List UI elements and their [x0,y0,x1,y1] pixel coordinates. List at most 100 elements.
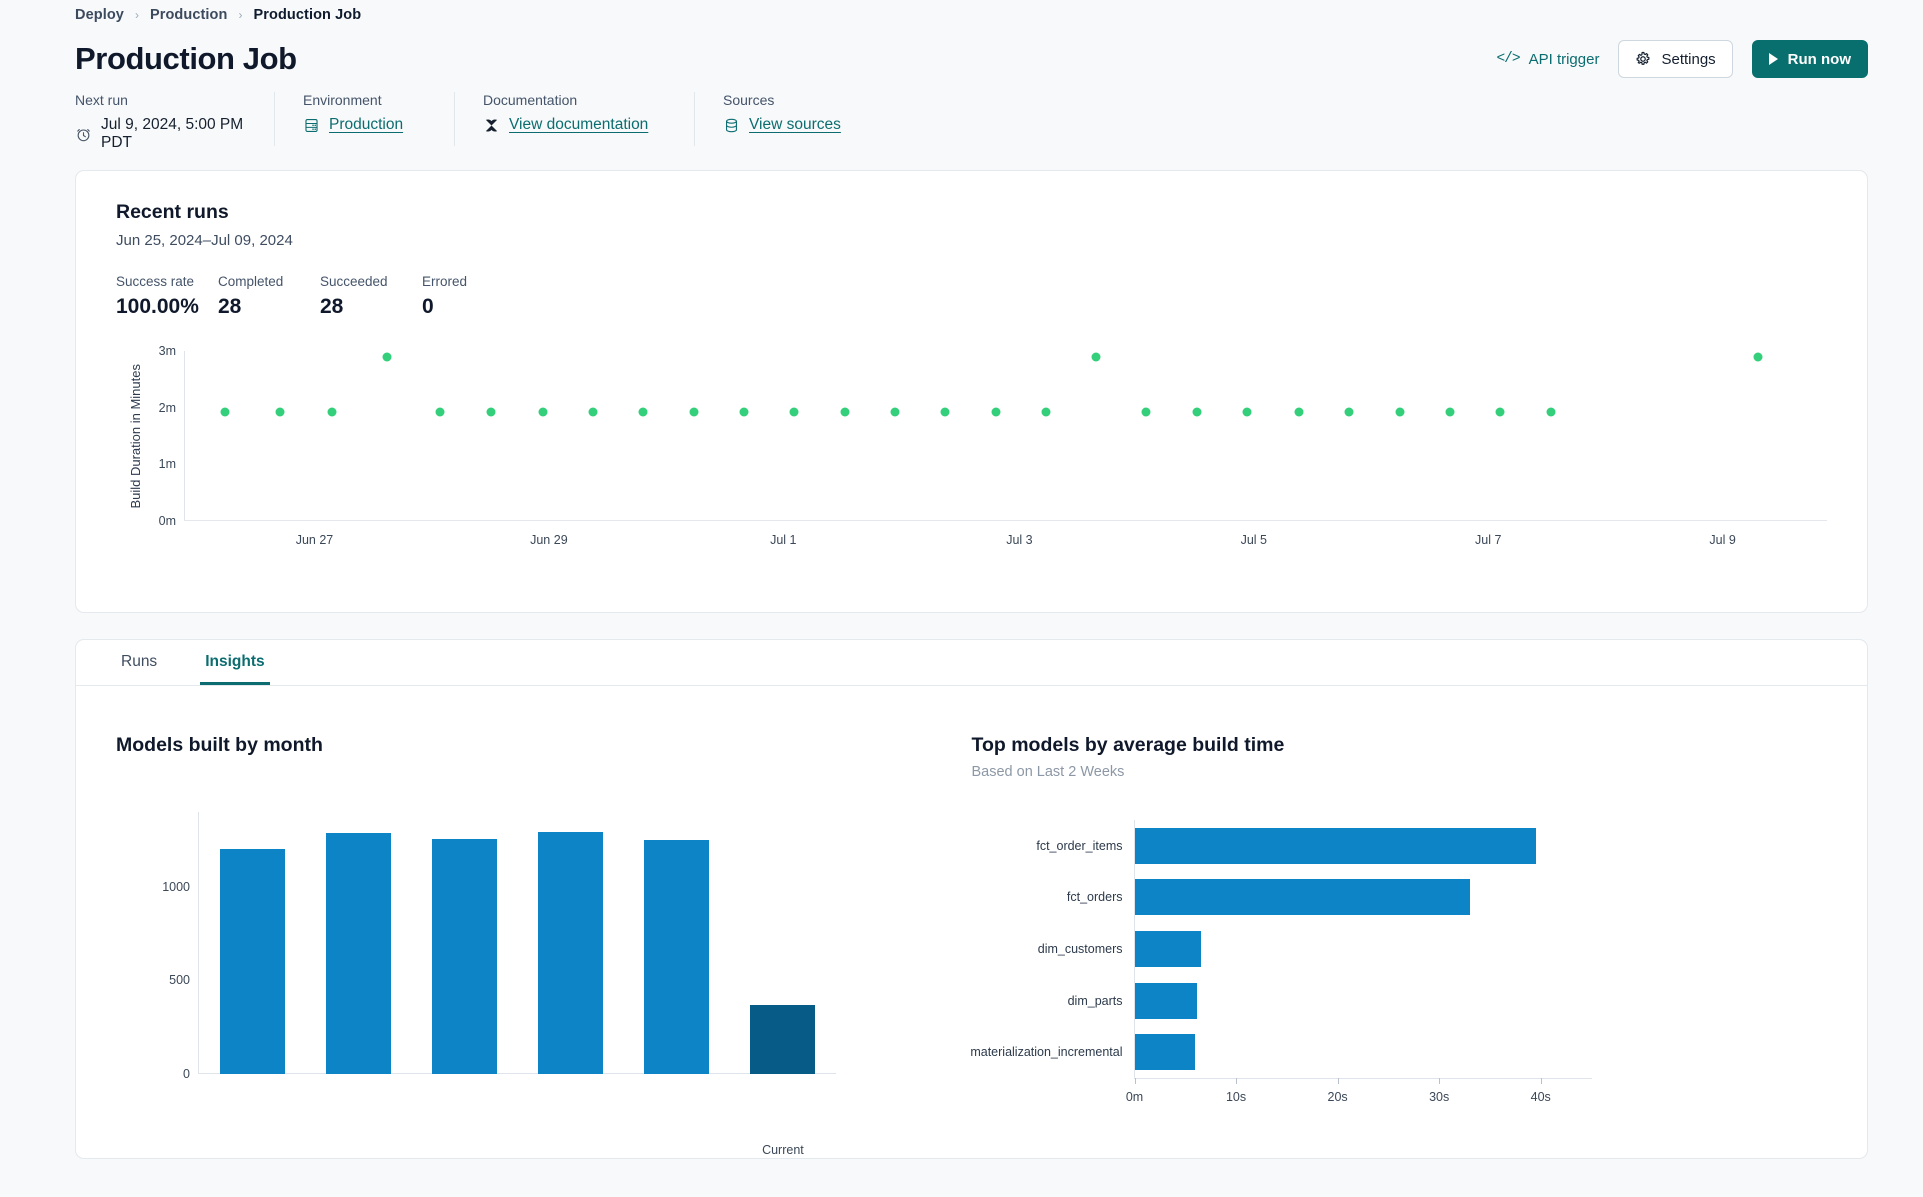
tab-insights[interactable]: Insights [200,653,270,685]
vbar-column[interactable]: Feb [219,849,285,1074]
meta-value-documentation: View documentation [483,116,666,134]
vbar-column[interactable]: Apr [431,839,497,1074]
scatter-point[interactable] [1091,352,1101,362]
scatter-point[interactable] [1495,407,1505,417]
hbar-rect[interactable] [1134,931,1201,967]
vbar-rect[interactable] [219,849,285,1074]
scatter-x-tick: Jul 3 [1006,533,1033,547]
stat-label: Success rate [116,274,195,289]
scatter-point[interactable] [1242,407,1252,417]
stat-errored: Errored 0 [422,274,524,319]
panel-top-models-build-time: Top models by average build time Based o… [970,734,1828,1120]
hbar-row[interactable]: dim_customers [1038,931,1201,967]
scatter-y-tick: 3m [158,344,176,358]
scatter-point[interactable] [1294,407,1304,417]
vbar-rect[interactable] [750,1004,816,1074]
scatter-point[interactable] [1546,407,1556,417]
scatter-point[interactable] [588,407,598,417]
meta-cell-next-run: Next run Jul 9, 2024, 5:00 PM PDT [75,92,275,151]
recent-runs-card: Recent runs Jun 25, 2024–Jul 09, 2024 Su… [75,170,1868,613]
vbar-column[interactable]: May [538,832,604,1074]
scatter-point[interactable] [486,407,496,417]
top-models-subtitle: Based on Last 2 Weeks [971,764,1125,780]
vbar-column[interactable]: Current [750,1004,816,1157]
job-meta-strip: Next run Jul 9, 2024, 5:00 PM PDT Enviro… [0,84,1923,151]
scatter-point[interactable] [435,407,445,417]
hbar-tick-mark [1337,1078,1339,1084]
scatter-point[interactable] [1753,352,1763,362]
vbar-column[interactable]: Jun [644,840,710,1074]
run-now-label: Run now [1787,50,1851,68]
scatter-point[interactable] [275,407,285,417]
scatter-point[interactable] [1192,407,1202,417]
scatter-point[interactable] [1041,407,1051,417]
database-grid-icon [305,118,318,132]
vbar-y-tick: 1000 [162,879,190,894]
vbar-rect[interactable] [431,839,497,1074]
hbar-x-tick: 20s [1327,1090,1348,1104]
scatter-point[interactable] [382,352,392,362]
alarm-clock-icon [77,128,90,141]
scatter-point[interactable] [739,407,749,417]
scatter-point[interactable] [1445,407,1455,417]
recent-runs-scatter-chart: Build Duration in Minutes 0m 1m 2m 3m Jun 2… [116,344,1827,561]
recent-runs-stats: Success rate 100.00% Completed 28 Succee… [116,274,1827,319]
hbar-row[interactable]: fct_order_items [1036,827,1536,864]
meta-value-sources: View sources [723,116,841,134]
hbar-tick-mark [1134,1078,1136,1084]
hbar-row[interactable]: dim_parts [1068,982,1198,1019]
scatter-point[interactable] [1344,407,1354,417]
breadcrumb-item-deploy[interactable]: Deploy [75,7,124,23]
view-sources-link[interactable]: View sources [749,116,841,134]
vbar-rect[interactable] [644,840,710,1074]
scatter-point[interactable] [638,407,648,417]
scatter-point[interactable] [220,407,230,417]
tab-runs[interactable]: Runs [116,653,162,685]
view-documentation-link[interactable]: View documentation [509,116,648,134]
hbar-rect[interactable] [1134,1034,1196,1071]
scatter-y-tick: 0m [158,514,176,528]
environment-link[interactable]: Production [329,116,403,134]
vbar-column[interactable]: Mar [325,832,391,1074]
scatter-x-axis-line [184,520,1827,521]
scatter-point[interactable] [327,407,337,417]
stat-succeeded: Succeeded 28 [320,274,422,319]
hbar-tick-mark [1439,1078,1441,1084]
hbar-row[interactable]: fct_orders [1067,879,1470,916]
scatter-point[interactable] [689,407,699,417]
header-actions: </> API trigger Settings Run now [1496,40,1868,78]
hbar-y-label: dim_parts [1067,993,1123,1008]
run-now-button[interactable]: Run now [1751,40,1868,78]
chevron-right-icon: › [238,8,243,22]
scatter-point[interactable] [840,407,850,417]
scatter-point[interactable] [1141,407,1151,417]
vbar-rect[interactable] [325,832,391,1074]
meta-label-documentation: Documentation [483,92,578,108]
hbar-row[interactable]: materialization_incremental [970,1034,1196,1071]
scatter-point[interactable] [538,407,548,417]
hbar-rect[interactable] [1134,982,1198,1019]
breadcrumb-item-production[interactable]: Production [150,7,228,23]
vbar-y-tick: 0 [183,1067,190,1081]
stat-success-rate: Success rate 100.00% [116,274,218,319]
scatter-point[interactable] [1395,407,1405,417]
hbar-x-tick: 0m [1125,1090,1144,1104]
stat-label: Succeeded [320,274,388,289]
stat-value: 28 [218,295,242,318]
scatter-y-tick: 2m [158,400,176,415]
top-models-title: Top models by average build time [971,734,1285,756]
hbar-rect[interactable] [1134,879,1470,916]
settings-button[interactable]: Settings [1618,40,1733,78]
scatter-point[interactable] [991,407,1000,417]
hbar-tick-mark [1236,1078,1238,1084]
hbar-rect[interactable] [1134,827,1536,864]
scatter-point[interactable] [940,407,950,417]
database-stack-icon [726,118,737,132]
next-run-timestamp: Jul 9, 2024, 5:00 PM PDT [101,116,244,151]
panel-models-built-by-month: Models built by month Feb Mar Apr May Jun Cur… [116,734,972,1157]
scatter-point[interactable] [890,407,900,417]
scatter-point[interactable] [789,407,799,417]
vbar-rect[interactable] [538,832,604,1074]
api-trigger-button[interactable]: </> API trigger [1496,51,1599,68]
insights-card: Runs Insights Models built by month FebM… [75,639,1868,1159]
